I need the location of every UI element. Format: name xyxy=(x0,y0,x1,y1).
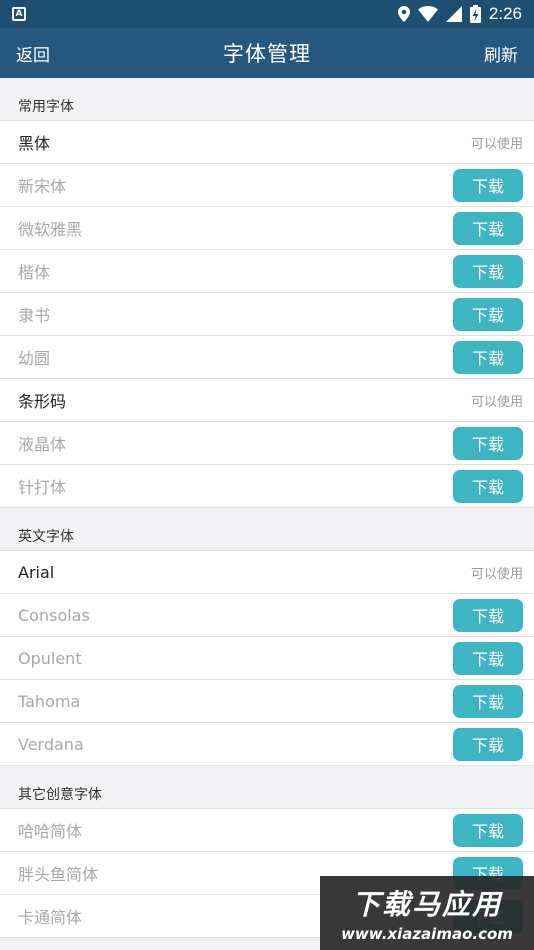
status-available: 可以使用 xyxy=(470,566,523,582)
download-button[interactable]: 下载 xyxy=(453,727,523,761)
font-row: Tahoma 下载 xyxy=(0,680,534,723)
font-row: Opulent 下载 xyxy=(0,637,534,680)
watermark-logo: 下载马应用 www.xiazaimao.com xyxy=(320,876,534,950)
download-button[interactable]: 下载 xyxy=(453,684,523,718)
download-button[interactable]: 下载 xyxy=(453,211,523,245)
font-row: 楷体 下载 xyxy=(0,250,534,293)
font-row: 液晶体 下载 xyxy=(0,422,534,465)
download-button[interactable]: 下载 xyxy=(453,254,523,288)
font-name: 幼圆 xyxy=(18,349,51,368)
font-name: Verdana xyxy=(18,734,84,754)
watermark-url: www.xiazaimao.com xyxy=(341,925,513,943)
font-name: 楷体 xyxy=(18,263,51,282)
download-button[interactable]: 下载 xyxy=(453,168,523,202)
watermark-title: 下载马应用 xyxy=(351,888,502,921)
download-button[interactable]: 下载 xyxy=(453,598,523,632)
font-name: Consolas xyxy=(18,605,90,625)
signal-icon xyxy=(445,6,462,22)
download-button[interactable]: 下载 xyxy=(453,297,523,331)
font-row: Arial 可以使用 xyxy=(0,551,534,594)
font-name: 条形码 xyxy=(18,392,67,411)
android-a-icon: A xyxy=(12,7,26,21)
download-button[interactable]: 下载 xyxy=(453,426,523,460)
font-name: 针打体 xyxy=(18,478,67,497)
font-row: Consolas 下载 xyxy=(0,594,534,637)
font-row: 新宋体 下载 xyxy=(0,164,534,207)
font-list[interactable]: 常用字体 黑体 可以使用 新宋体 下载 微软雅黑 下载 楷体 下载 隶书 下载 幼圆 下载 条形码 可以使用… xyxy=(0,78,534,950)
page-title: 字体管理 xyxy=(223,42,311,66)
download-button[interactable]: 下载 xyxy=(453,641,523,675)
download-button[interactable]: 下载 xyxy=(453,469,523,503)
font-row: 黑体 可以使用 xyxy=(0,121,534,164)
font-name: 哈哈简体 xyxy=(18,822,83,841)
font-name: 卡通简体 xyxy=(18,908,83,927)
status-available: 可以使用 xyxy=(470,394,523,410)
font-name: Opulent xyxy=(18,648,82,668)
section-header: 其它创意字体 xyxy=(0,766,534,809)
font-name: 胖头鱼简体 xyxy=(18,865,99,884)
status-bar: A 2:26 xyxy=(0,0,534,28)
font-row: 隶书 下载 xyxy=(0,293,534,336)
font-name: Tahoma xyxy=(18,691,81,711)
font-name: Arial xyxy=(18,562,55,582)
font-name: 微软雅黑 xyxy=(18,220,83,239)
app-bar: 返回 字体管理 刷新 xyxy=(0,28,534,78)
download-button[interactable]: 下载 xyxy=(453,813,523,847)
section-header: 常用字体 xyxy=(0,78,534,121)
status-available: 可以使用 xyxy=(470,136,523,152)
wifi-icon xyxy=(417,6,438,22)
location-icon xyxy=(397,6,410,22)
font-name: 黑体 xyxy=(18,134,51,153)
download-button[interactable]: 下载 xyxy=(453,340,523,374)
font-name: 液晶体 xyxy=(18,435,67,454)
back-button[interactable]: 返回 xyxy=(16,41,50,66)
clock: 2:26 xyxy=(488,4,522,23)
battery-charging-icon xyxy=(469,5,481,23)
section-header: 英文字体 xyxy=(0,508,534,551)
font-row: Verdana 下载 xyxy=(0,723,534,766)
refresh-button[interactable]: 刷新 xyxy=(484,41,518,66)
font-row: 微软雅黑 下载 xyxy=(0,207,534,250)
font-row: 哈哈简体 下载 xyxy=(0,809,534,852)
font-name: 隶书 xyxy=(18,306,51,325)
font-row: 条形码 可以使用 xyxy=(0,379,534,422)
font-name: 新宋体 xyxy=(18,177,67,196)
font-row: 针打体 下载 xyxy=(0,465,534,508)
font-row: 幼圆 下载 xyxy=(0,336,534,379)
